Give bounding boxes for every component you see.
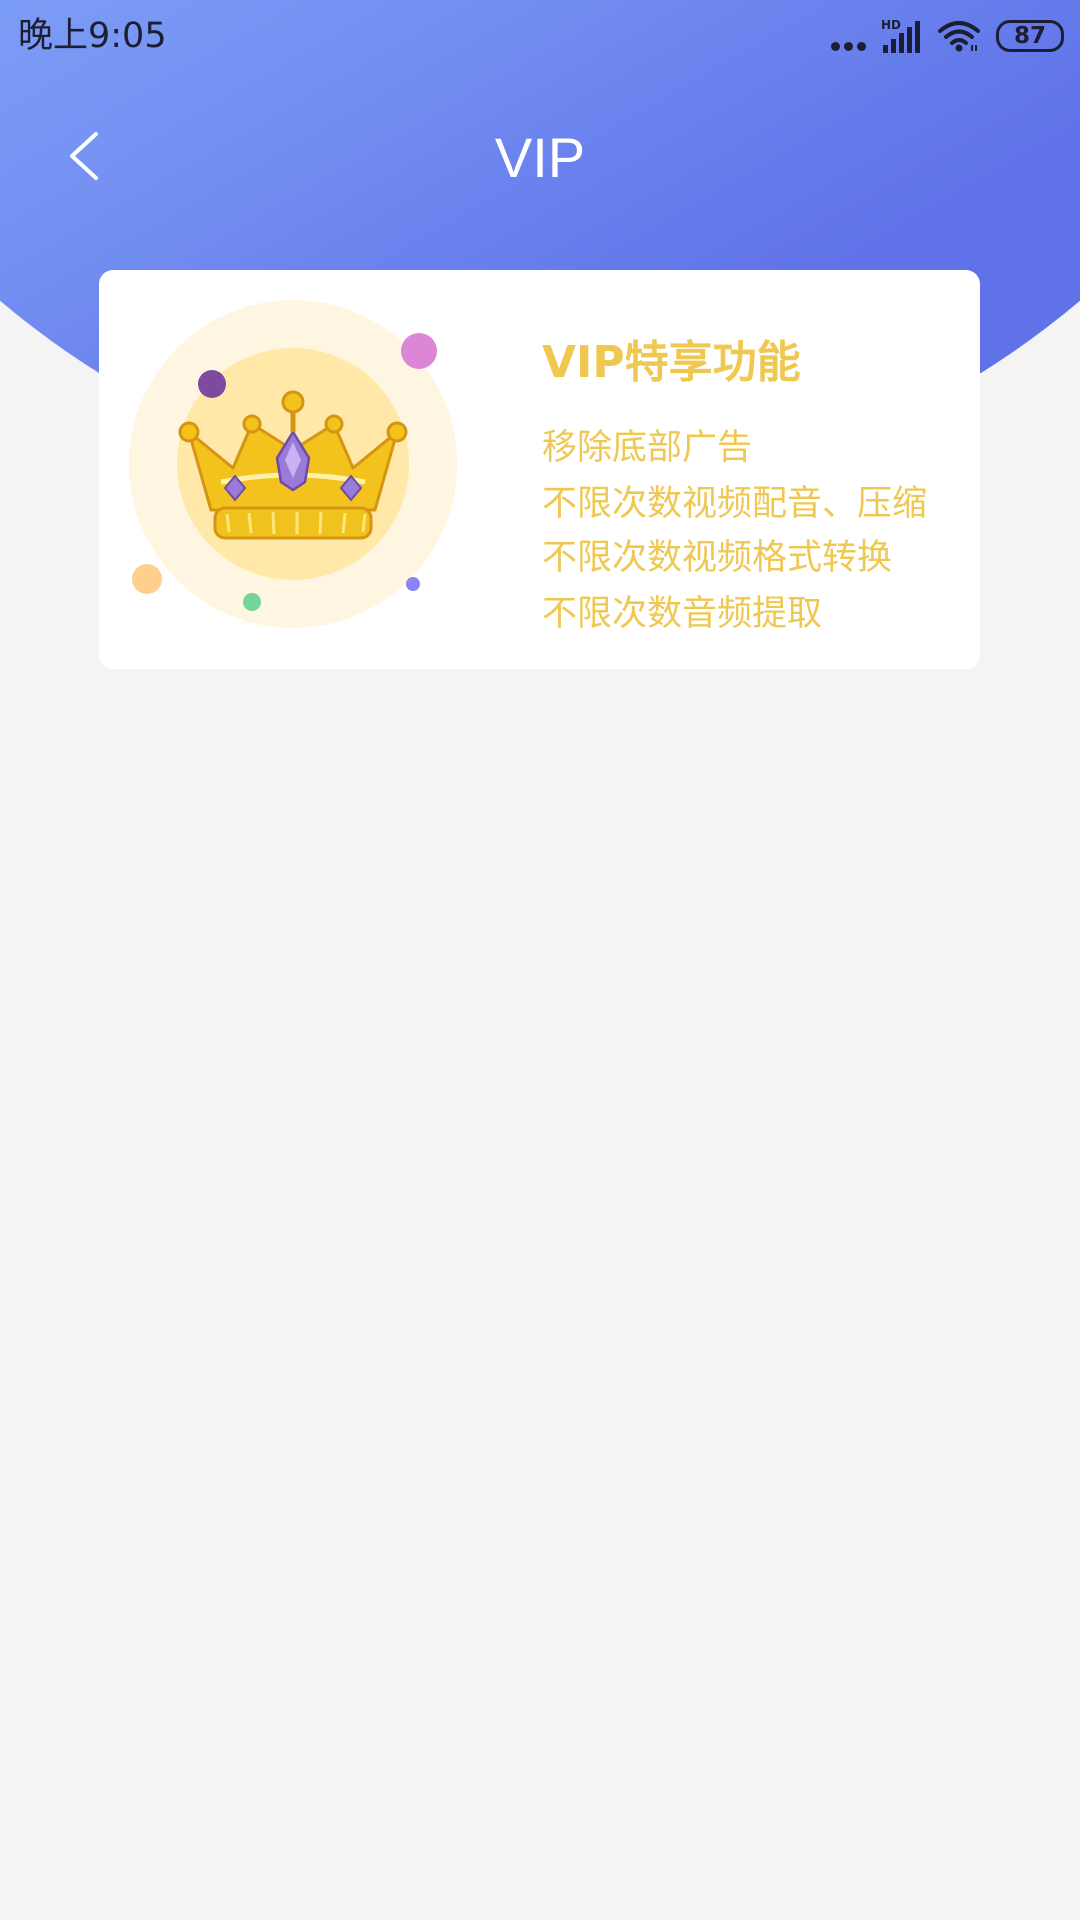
status-bar: 晚上9:05 HD 87	[0, 0, 1080, 72]
benefits-title: VIP特享功能	[542, 337, 801, 388]
battery-icon: 87	[996, 20, 1064, 52]
status-icons: HD 87	[831, 18, 1064, 54]
decor-dot-violet	[406, 577, 420, 591]
network-type-label: HD	[881, 19, 901, 32]
signal-icon: HD	[881, 19, 920, 53]
benefit-item-remove-ads: 移除底部广告	[542, 428, 753, 468]
benefit-item-audio-extract: 不限次数音频提取	[542, 594, 823, 634]
decor-dot-purple	[198, 370, 226, 398]
more-dots-icon	[831, 21, 870, 51]
decor-dot-orange	[132, 564, 162, 594]
page-title: VIP	[494, 126, 586, 189]
benefit-item-dubbing-compress: 不限次数视频配音、压缩	[542, 484, 928, 524]
wifi-icon	[938, 21, 980, 52]
status-time: 晚上9:05	[18, 16, 167, 56]
decor-dot-green	[243, 593, 261, 611]
benefit-item-format-convert: 不限次数视频格式转换	[542, 538, 893, 578]
crown-illustration	[129, 300, 457, 628]
decor-dot-pink	[401, 333, 437, 369]
vip-benefits-card: VIP特享功能 移除底部广告 不限次数视频配音、压缩 不限次数视频格式转换 不限…	[99, 270, 980, 669]
